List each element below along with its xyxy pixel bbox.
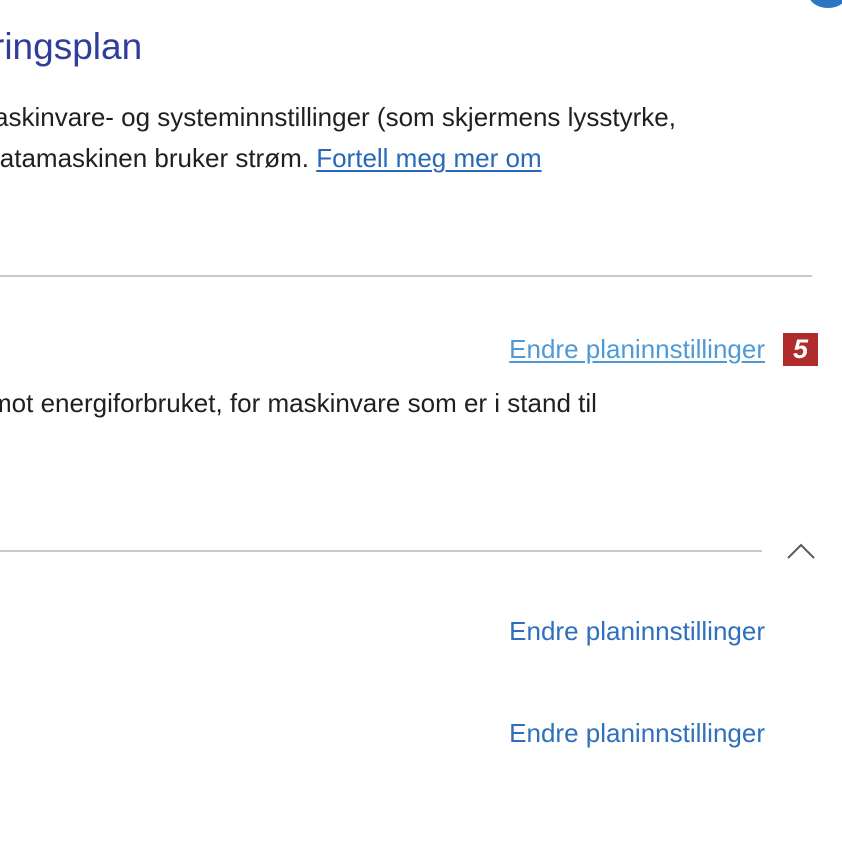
change-plan-settings-link-1[interactable]: Endre planinnstillinger [509, 329, 765, 369]
more-plans-divider [0, 550, 762, 552]
page-title: ringsplan [0, 26, 143, 67]
page-description: askinvare- og systeminnstillinger (som s… [0, 97, 834, 179]
section-divider [0, 275, 812, 277]
learn-more-link[interactable]: Fortell meg mer om [316, 143, 541, 173]
description-line-2-text: latamaskinen bruker strøm. [0, 143, 317, 173]
description-line-2: latamaskinen bruker strøm. Fortell meg m… [0, 138, 834, 179]
chevron-up-icon [786, 542, 816, 560]
plan-description: mot energiforbruket, for maskinvare som … [0, 388, 597, 418]
help-icon[interactable] [808, 0, 842, 8]
description-line-1: askinvare- og systeminnstillinger (som s… [0, 102, 676, 132]
change-plan-settings-link-2[interactable]: Endre planinnstillinger [509, 611, 765, 651]
change-plan-settings-link-3[interactable]: Endre planinnstillinger [509, 713, 765, 753]
step-marker-badge: 5 [783, 333, 818, 366]
collapse-more-plans-button[interactable] [784, 536, 818, 566]
